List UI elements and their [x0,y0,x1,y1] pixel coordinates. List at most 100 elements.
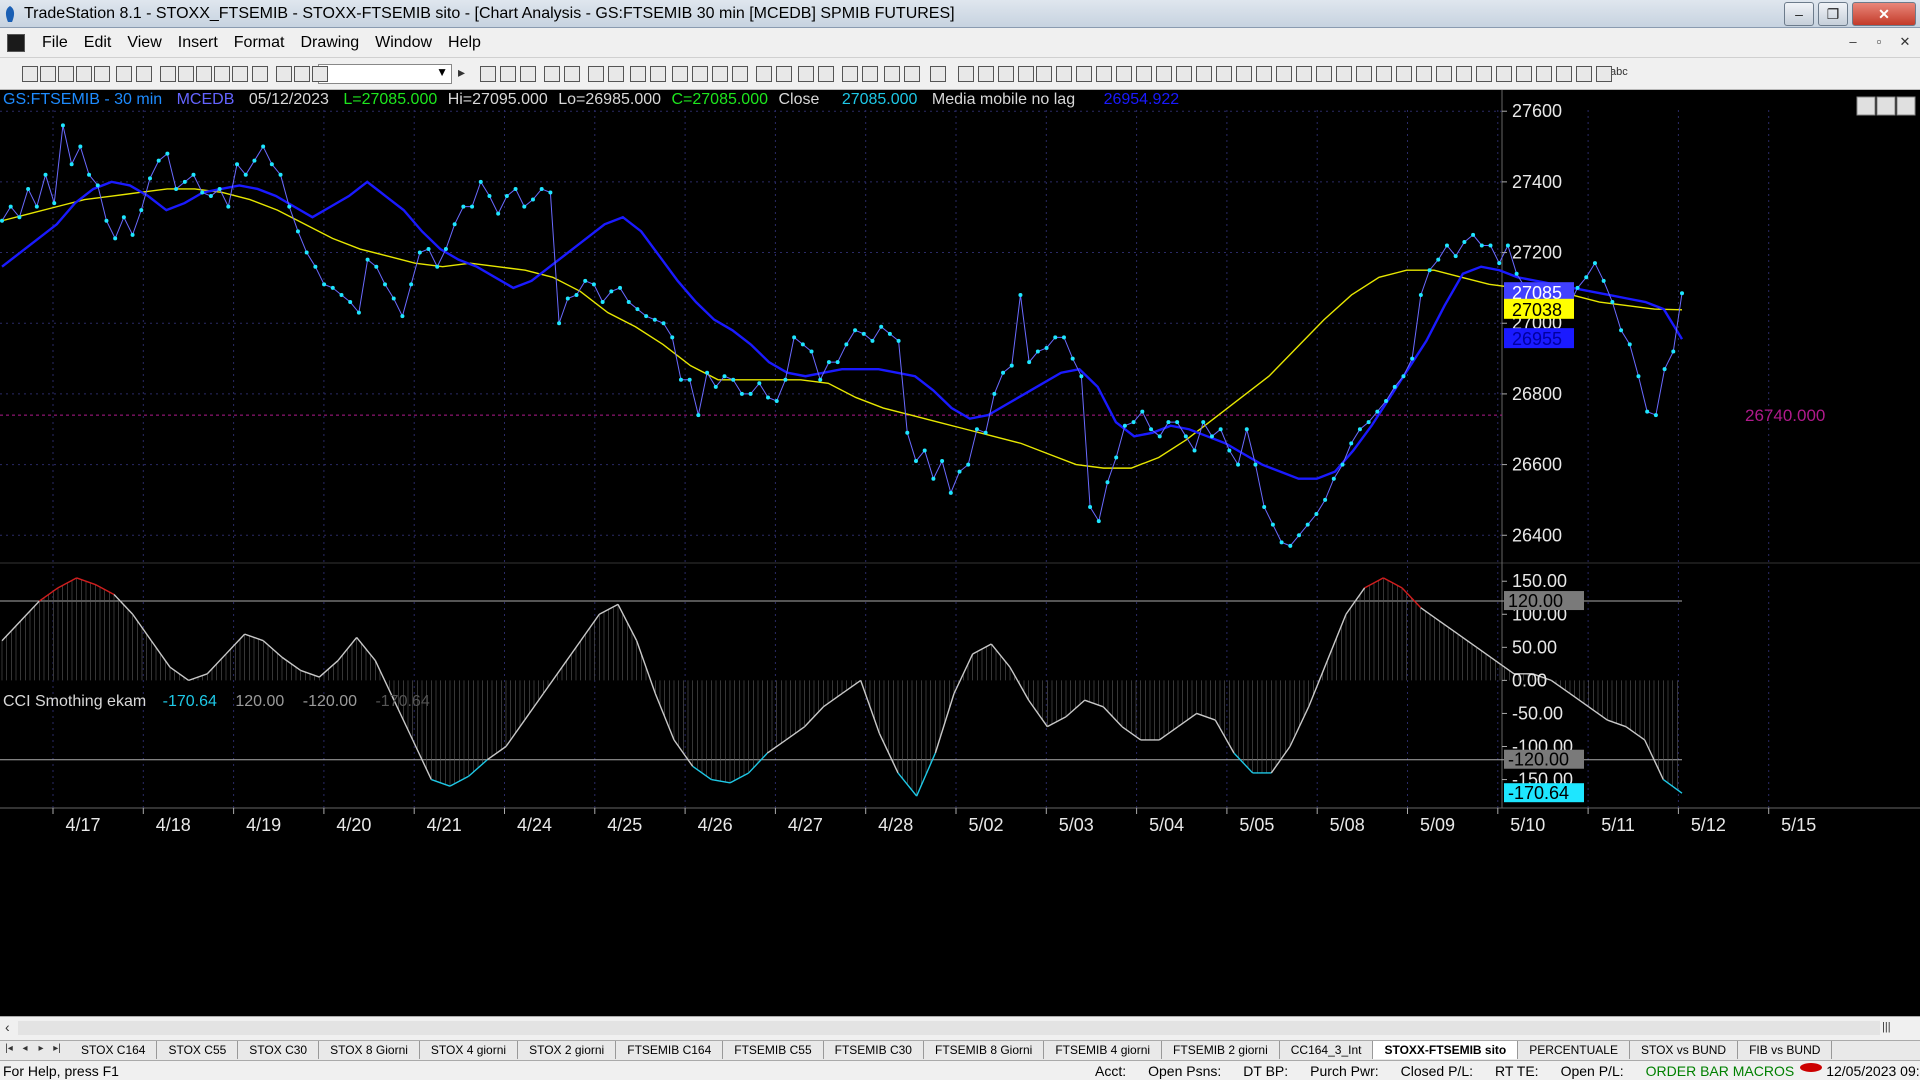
toolbar-tool-14-icon[interactable] [294,66,310,82]
toolbar-tool-52-icon[interactable] [1236,66,1252,82]
toolbar-tool-16-icon[interactable] [480,66,496,82]
toolbar-tool-69-icon[interactable] [1576,66,1592,82]
toolbar-tool-31-icon[interactable] [798,66,814,82]
print-preview-icon[interactable] [136,66,152,82]
play-icon[interactable]: ▸ [458,64,465,81]
mdi-restore-button[interactable]: ▫ [1868,32,1890,54]
menu-view[interactable]: View [119,34,169,52]
toolbar-tool-22-icon[interactable] [608,66,624,82]
tab-stox-2-giorni[interactable]: STOX 2 giorni [518,1041,617,1059]
toolbar-tool-59-icon[interactable] [1376,66,1392,82]
toolbar-tool-37-icon[interactable] [930,66,946,82]
tab-ftsemib-2-giorni[interactable]: FTSEMIB 2 giorni [1162,1041,1280,1059]
toolbar-tool-17-icon[interactable] [500,66,516,82]
scroll-thumb-grip[interactable]: ||| [1882,1021,1891,1033]
toolbar-tool-48-icon[interactable] [1156,66,1172,82]
mdi-minimize-button[interactable]: – [1842,32,1864,54]
toolbar-tool-47-icon[interactable] [1136,66,1152,82]
tab-stox-8-giorni[interactable]: STOX 8 Giorni [319,1041,420,1059]
toolbar-tool-32-icon[interactable] [818,66,834,82]
toolbar-tool-29-icon[interactable] [756,66,772,82]
toolbar-tool-27-icon[interactable] [712,66,728,82]
open-icon[interactable] [40,66,56,82]
window-icon[interactable] [160,66,176,82]
toolbar-tool-51-icon[interactable] [1216,66,1232,82]
mdi-close-button[interactable]: ✕ [1894,32,1916,54]
toolbar-tool-23-icon[interactable] [630,66,646,82]
toolbar-tool-49-icon[interactable] [1176,66,1192,82]
toolbar-tool-50-icon[interactable] [1196,66,1212,82]
toolbar-tool-58-icon[interactable] [1356,66,1372,82]
tab-stox-vs-bund[interactable]: STOX vs BUND [1630,1041,1739,1059]
toolbar-tool-24-icon[interactable] [650,66,666,82]
toolbar-tool-45-icon[interactable] [1096,66,1112,82]
maximize-button[interactable]: ❐ [1818,2,1848,26]
toolbar-tool-61-icon[interactable] [1416,66,1432,82]
toolbar-tool-30-icon[interactable] [776,66,792,82]
menu-insert[interactable]: Insert [170,34,226,52]
window-2-icon[interactable] [178,66,194,82]
toolbar-tool-26-icon[interactable] [692,66,708,82]
toolbar-tool-67-icon[interactable] [1536,66,1552,82]
tools-icon[interactable] [214,66,230,82]
toolbar-tool-15-icon[interactable] [312,66,328,82]
symbol-dropdown[interactable]: ▼ [318,64,452,84]
tab-ftsemib-c30[interactable]: FTSEMIB C30 [824,1041,924,1059]
menu-help[interactable]: Help [440,34,489,52]
close-button[interactable]: ✕ [1852,2,1916,26]
horizontal-scrollbar[interactable]: ‹ ||| [0,1016,1920,1040]
toolbar-tool-56-icon[interactable] [1316,66,1332,82]
toolbar-tool-68-icon[interactable] [1556,66,1572,82]
toolbar-tool-36-icon[interactable] [904,66,920,82]
tab-percentuale[interactable]: PERCENTUALE [1518,1041,1630,1059]
tab-ftsemib-4-giorni[interactable]: FTSEMIB 4 giorni [1044,1041,1163,1059]
globe-icon[interactable] [232,66,248,82]
menu-format[interactable]: Format [226,34,293,52]
print-icon[interactable] [116,66,132,82]
tab-nav-button[interactable]: ▸| [50,1043,64,1054]
toolbar-tool-60-icon[interactable] [1396,66,1412,82]
toolbar-tool-44-icon[interactable] [1076,66,1092,82]
toolbar-tool-35-icon[interactable] [884,66,900,82]
toolbar-tool-70-icon[interactable] [1596,66,1612,82]
toolbar-tool-28-icon[interactable] [732,66,748,82]
minimize-button[interactable]: – [1784,2,1814,26]
lock-icon[interactable] [196,66,212,82]
chart-window-icon[interactable] [7,34,25,52]
tab-ftsemib-8-giorni[interactable]: FTSEMIB 8 Giorni [924,1041,1045,1059]
toolbar-tool-53-icon[interactable] [1256,66,1272,82]
toolbar-tool-62-icon[interactable] [1436,66,1452,82]
toolbar-tool-39-icon[interactable] [978,66,994,82]
toolbar-tool-43-icon[interactable] [1056,66,1072,82]
chart-canvas[interactable]: 26740.0002760027400272002700026800266002… [0,90,1920,1016]
chart-analysis-window[interactable]: 26740.000 27600 27400 27200 27000 26800 26600 2… [0,90,1920,1016]
folder-icon[interactable] [94,66,110,82]
tab-stox-4-giorni[interactable]: STOX 4 giorni [420,1041,519,1059]
toolbar-tool-41-icon[interactable] [1018,66,1034,82]
menu-file[interactable]: File [34,34,76,52]
menu-window[interactable]: Window [367,34,440,52]
tab-nav-button[interactable]: ▸ [34,1043,48,1054]
toolbar-tool-42-icon[interactable] [1036,66,1052,82]
order-bar-macros[interactable]: ORDER BAR MACROS [1646,1063,1801,1079]
refresh-icon[interactable] [252,66,268,82]
tab-cc164-3-int[interactable]: CC164_3_Int [1280,1041,1374,1059]
scroll-track[interactable] [18,1021,1880,1035]
tab-stoxx-ftsemib-sito[interactable]: STOXX-FTSEMIB sito [1373,1041,1519,1059]
toolbar-tool-25-icon[interactable] [672,66,688,82]
toolbar-tool-46-icon[interactable] [1116,66,1132,82]
toolbar-tool-33-icon[interactable] [842,66,858,82]
tab-stox-c55[interactable]: STOX C55 [157,1041,239,1059]
tab-ftsemib-c55[interactable]: FTSEMIB C55 [723,1041,824,1059]
toolbar-tool-57-icon[interactable] [1336,66,1352,82]
toolbar-tool-64-icon[interactable] [1476,66,1492,82]
scroll-left-arrow[interactable]: ‹ [5,1019,10,1035]
tab-nav-button[interactable]: |◂ [2,1043,16,1054]
tab-ftsemib-c164[interactable]: FTSEMIB C164 [616,1041,724,1059]
toolbar-tool-66-icon[interactable] [1516,66,1532,82]
new-chart-icon[interactable] [22,66,38,82]
tab-stox-c30[interactable]: STOX C30 [238,1041,320,1059]
menu-drawing[interactable]: Drawing [292,34,367,52]
toolbar-tool-34-icon[interactable] [862,66,878,82]
toolbar-tool-38-icon[interactable] [958,66,974,82]
